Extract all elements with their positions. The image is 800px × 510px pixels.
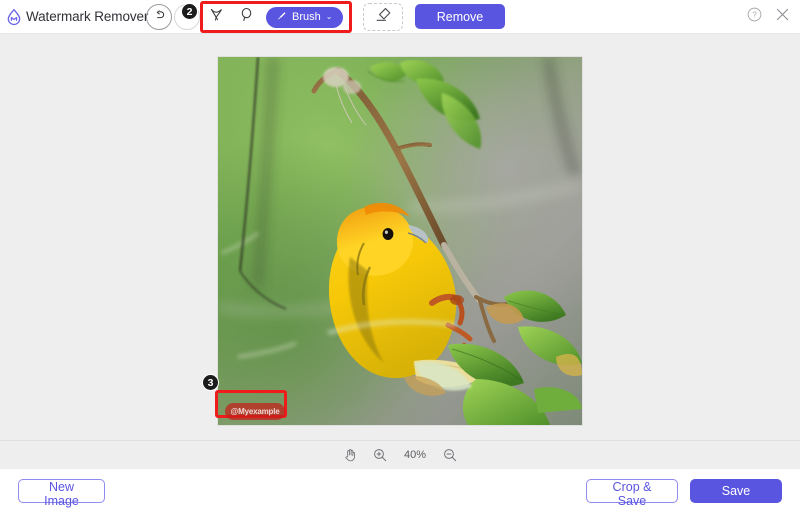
chevron-down-icon: ⌄	[326, 13, 333, 21]
annotation-badge-2: 2	[181, 3, 198, 20]
image-preview[interactable]: @Myexample	[218, 57, 582, 425]
zoom-out-button[interactable]	[442, 447, 458, 463]
watermark-selection[interactable]: @Myexample	[225, 403, 285, 420]
svg-text:?: ?	[752, 10, 757, 19]
annotation-badge-3: 3	[202, 374, 219, 391]
zoom-in-button[interactable]	[372, 447, 388, 463]
new-image-button[interactable]: New Image	[18, 479, 105, 503]
droplet-logo-icon	[4, 7, 24, 27]
undo-arrow-icon	[152, 8, 166, 27]
bird-photo	[218, 57, 582, 425]
crop-and-save-button[interactable]: Crop & Save	[586, 479, 678, 503]
save-button[interactable]: Save	[690, 479, 782, 503]
hand-icon	[342, 447, 358, 463]
close-button[interactable]	[773, 5, 792, 29]
remove-button[interactable]: Remove	[415, 4, 505, 29]
app-title: Watermark Remover	[26, 9, 148, 24]
close-x-icon	[773, 5, 792, 24]
window-controls: ?	[746, 0, 792, 34]
top-toolbar: Watermark Remover	[0, 0, 800, 34]
editor-canvas[interactable]: @Myexample	[0, 34, 800, 440]
zoom-level-label: 40%	[402, 449, 428, 461]
eraser-icon	[374, 5, 393, 29]
watermark-remover-window: Watermark Remover	[0, 0, 800, 510]
lasso-tool-button[interactable]	[202, 4, 230, 30]
brush-tool-label: Brush	[292, 11, 321, 23]
zoom-toolbar: 40%	[0, 440, 800, 468]
question-mark-icon: ?	[746, 6, 763, 23]
brush-tool-button[interactable]: Brush ⌄	[266, 7, 343, 28]
watermark-text: @Myexample	[231, 407, 280, 416]
ellipse-icon	[238, 6, 255, 28]
pan-tool-button[interactable]	[342, 447, 358, 463]
lasso-icon	[208, 6, 225, 28]
help-button[interactable]: ?	[746, 6, 763, 28]
zoom-in-icon	[372, 447, 388, 463]
app-brand: Watermark Remover	[4, 7, 148, 27]
bottom-action-bar: New Image Crop & Save Save	[0, 468, 800, 510]
zoom-out-icon	[442, 447, 458, 463]
ellipse-tool-button[interactable]	[232, 4, 260, 30]
undo-button[interactable]	[146, 4, 172, 30]
brush-icon	[275, 10, 287, 25]
eraser-tool-button[interactable]	[363, 3, 403, 31]
